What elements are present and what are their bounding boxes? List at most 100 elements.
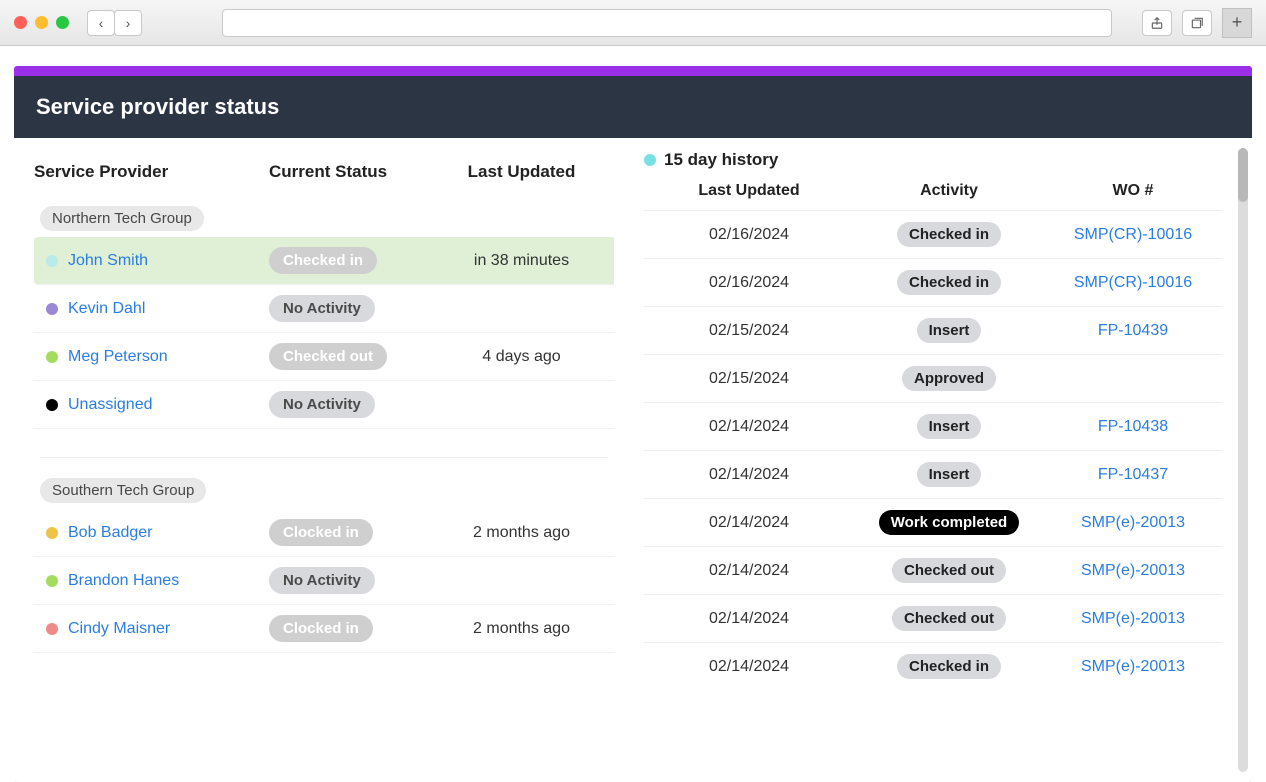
- scrollbar-thumb[interactable]: [1238, 148, 1248, 202]
- header-service-provider: Service Provider: [34, 162, 269, 182]
- maximize-window-button[interactable]: [56, 16, 69, 29]
- status-badge: Checked out: [269, 343, 387, 370]
- provider-row[interactable]: Cindy MaisnerClocked in2 months ago: [34, 605, 614, 653]
- provider-name[interactable]: Unassigned: [68, 396, 153, 414]
- provider-name-cell: Meg Peterson: [34, 348, 269, 366]
- work-order-link[interactable]: FP-10438: [1098, 418, 1168, 435]
- activity-badge: Work completed: [879, 510, 1019, 535]
- activity-badge: Checked in: [897, 270, 1001, 295]
- provider-status-cell: Clocked in: [269, 519, 449, 546]
- activity-badge: Checked in: [897, 222, 1001, 247]
- new-tab-button[interactable]: +: [1222, 8, 1252, 38]
- header-last-updated: Last Updated: [449, 162, 614, 182]
- history-date: 02/14/2024: [644, 466, 854, 484]
- status-badge: Clocked in: [269, 519, 373, 546]
- history-date: 02/14/2024: [644, 418, 854, 436]
- provider-updated: 2 months ago: [449, 620, 614, 638]
- history-date: 02/15/2024: [644, 322, 854, 340]
- history-activity-cell: Work completed: [854, 510, 1044, 535]
- header-history-wo: WO #: [1044, 182, 1222, 200]
- status-dot-icon: [46, 623, 58, 635]
- provider-name[interactable]: Cindy Maisner: [68, 620, 170, 638]
- history-row: 02/15/2024Approved: [644, 354, 1222, 402]
- history-wo-cell: SMP(e)-20013: [1044, 610, 1222, 628]
- history-wo-cell: FP-10439: [1044, 322, 1222, 340]
- status-badge: No Activity: [269, 295, 375, 322]
- work-order-link[interactable]: SMP(e)-20013: [1081, 610, 1185, 627]
- url-bar[interactable]: [222, 9, 1112, 37]
- status-dot-icon: [46, 303, 58, 315]
- provider-name-cell: Unassigned: [34, 396, 269, 414]
- history-date: 02/15/2024: [644, 370, 854, 388]
- status-dot-icon: [46, 399, 58, 411]
- nav-buttons: ‹ ›: [87, 10, 142, 36]
- history-activity-cell: Checked out: [854, 606, 1044, 631]
- provider-name[interactable]: Kevin Dahl: [68, 300, 145, 318]
- provider-pane: Service Provider Current Status Last Upd…: [14, 138, 614, 782]
- provider-row[interactable]: Kevin Dahl No Activity: [34, 285, 614, 333]
- page-wrap: Service provider status Service Provider…: [0, 46, 1266, 782]
- provider-updated: 2 months ago: [449, 524, 614, 542]
- history-row: 02/14/2024Checked outSMP(e)-20013: [644, 546, 1222, 594]
- status-dot-icon: [46, 575, 58, 587]
- browser-chrome: ‹ › +: [0, 0, 1266, 46]
- header-history-activity: Activity: [854, 182, 1044, 200]
- history-activity-cell: Approved: [854, 366, 1044, 391]
- window-controls: [14, 16, 69, 29]
- history-row: 02/16/2024Checked inSMP(CR)-10016: [644, 258, 1222, 306]
- provider-updated: 4 days ago: [449, 348, 614, 366]
- provider-name-cell: Cindy Maisner: [34, 620, 269, 638]
- history-wo-cell: SMP(CR)-10016: [1044, 226, 1222, 244]
- provider-row[interactable]: Unassigned No Activity: [34, 381, 614, 429]
- history-title-row: 15 day history: [644, 150, 1222, 170]
- work-order-link[interactable]: SMP(e)-20013: [1081, 658, 1185, 675]
- share-button[interactable]: [1142, 10, 1172, 36]
- forward-button[interactable]: ›: [114, 10, 142, 36]
- activity-badge: Insert: [917, 318, 982, 343]
- work-order-link[interactable]: FP-10437: [1098, 466, 1168, 483]
- provider-name[interactable]: Meg Peterson: [68, 348, 168, 366]
- group-chip[interactable]: Southern Tech Group: [40, 478, 206, 503]
- provider-status-cell: No Activity: [269, 567, 449, 594]
- work-order-link[interactable]: FP-10439: [1098, 322, 1168, 339]
- history-dot-icon: [644, 154, 656, 166]
- provider-row[interactable]: Brandon Hanes No Activity: [34, 557, 614, 605]
- provider-row[interactable]: John SmithChecked inin 38 minutes: [34, 237, 614, 285]
- history-row: 02/15/2024 Insert FP-10439: [644, 306, 1222, 354]
- history-date: 02/14/2024: [644, 610, 854, 628]
- history-date: 02/14/2024: [644, 514, 854, 532]
- status-badge: No Activity: [269, 391, 375, 418]
- history-wo-cell: FP-10438: [1044, 418, 1222, 436]
- scrollbar[interactable]: [1238, 148, 1248, 772]
- provider-name[interactable]: Bob Badger: [68, 524, 153, 542]
- status-dot-icon: [46, 527, 58, 539]
- history-row: 02/14/2024 Work completed SMP(e)-20013: [644, 498, 1222, 546]
- work-order-link[interactable]: SMP(e)-20013: [1081, 562, 1185, 579]
- history-activity-cell: Insert: [854, 318, 1044, 343]
- close-window-button[interactable]: [14, 16, 27, 29]
- work-order-link[interactable]: SMP(e)-20013: [1081, 514, 1185, 531]
- history-activity-cell: Checked in: [854, 654, 1044, 679]
- group-chip[interactable]: Northern Tech Group: [40, 206, 204, 231]
- work-order-link[interactable]: SMP(CR)-10016: [1074, 226, 1192, 243]
- provider-name[interactable]: Brandon Hanes: [68, 572, 179, 590]
- status-dot-icon: [46, 255, 58, 267]
- status-badge: Checked in: [269, 247, 377, 274]
- provider-name[interactable]: John Smith: [68, 252, 148, 270]
- history-wo-cell: SMP(e)-20013: [1044, 562, 1222, 580]
- history-activity-cell: Checked in: [854, 270, 1044, 295]
- activity-badge: Insert: [917, 414, 982, 439]
- provider-name-cell: Kevin Dahl: [34, 300, 269, 318]
- work-order-link[interactable]: SMP(CR)-10016: [1074, 274, 1192, 291]
- status-badge: No Activity: [269, 567, 375, 594]
- activity-badge: Checked out: [892, 606, 1006, 631]
- tabs-button[interactable]: [1182, 10, 1212, 36]
- minimize-window-button[interactable]: [35, 16, 48, 29]
- back-button[interactable]: ‹: [87, 10, 115, 36]
- provider-name-cell: Bob Badger: [34, 524, 269, 542]
- provider-row[interactable]: Meg Peterson Checked out 4 days ago: [34, 333, 614, 381]
- header-history-updated: Last Updated: [644, 182, 854, 200]
- history-date: 02/16/2024: [644, 226, 854, 244]
- provider-row[interactable]: Bob Badger Clocked in 2 months ago: [34, 509, 614, 557]
- history-rows: 02/16/2024Checked inSMP(CR)-1001602/16/2…: [644, 210, 1222, 690]
